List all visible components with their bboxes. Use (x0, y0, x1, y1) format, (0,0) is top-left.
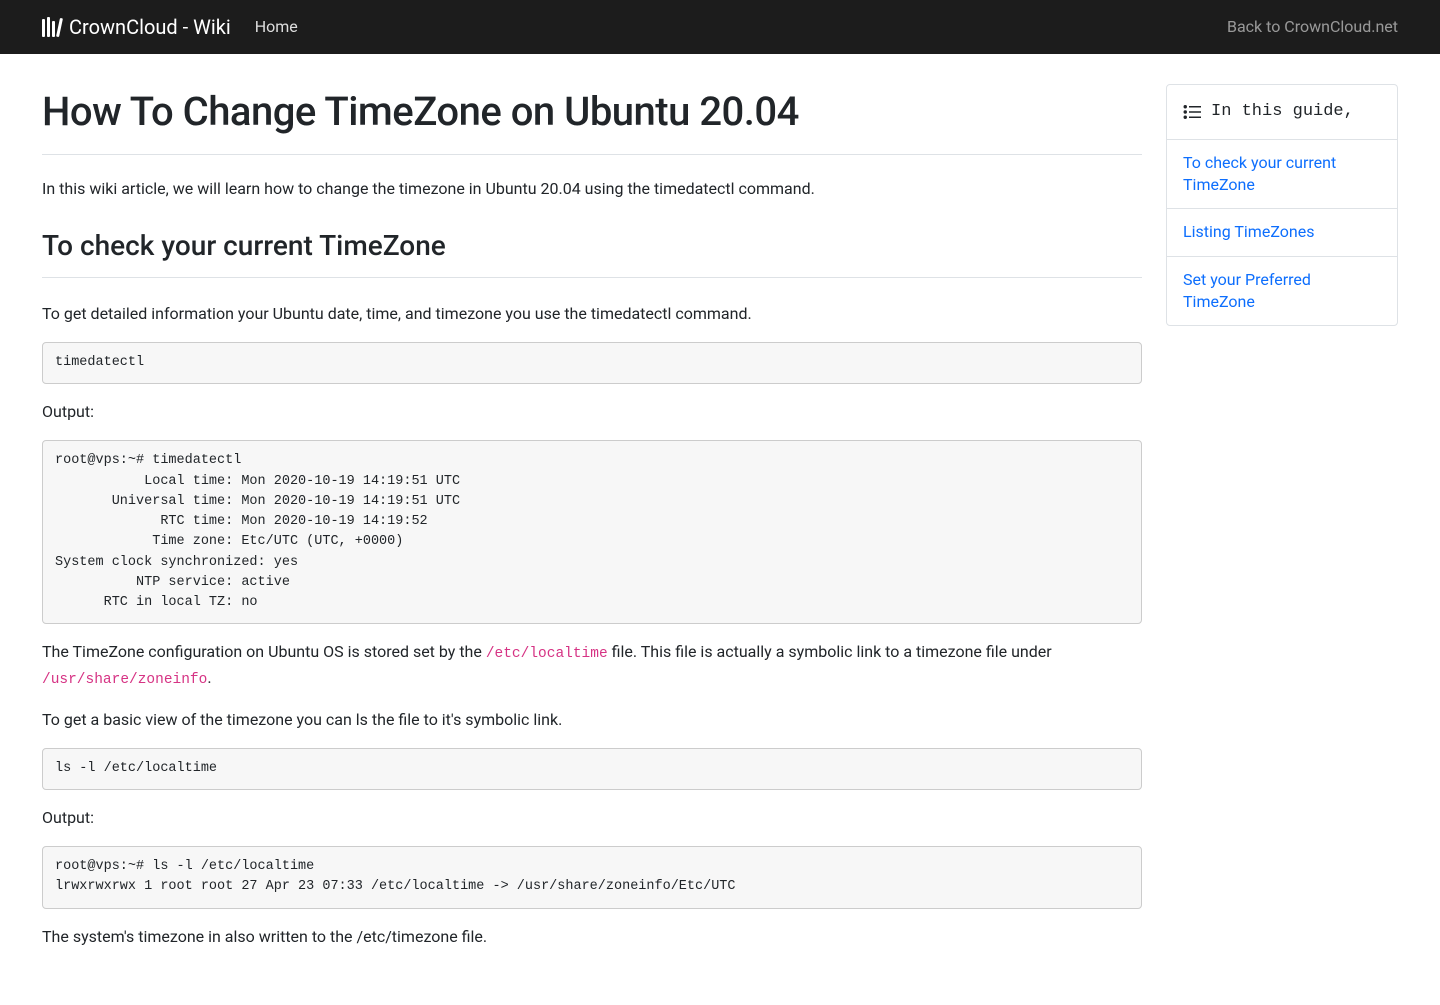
brand-link[interactable]: CrownCloud - Wiki (42, 12, 231, 42)
inline-code: /etc/localtime (486, 646, 608, 662)
page-container: How To Change TimeZone on Ubuntu 20.04 I… (0, 54, 1440, 1005)
toc-title: In this guide, (1211, 99, 1354, 125)
navbar: CrownCloud - Wiki Home Back to CrownClou… (0, 0, 1440, 54)
text: . (207, 668, 211, 687)
section-heading-check: To check your current TimeZone (42, 225, 1142, 267)
intro-paragraph: In this wiki article, we will learn how … (42, 177, 1142, 201)
toc-item-listing-timezones[interactable]: Listing TimeZones (1167, 209, 1397, 256)
navbar-left: CrownCloud - Wiki Home (42, 12, 298, 42)
code-block: ls -l /etc/localtime (42, 748, 1142, 790)
output-label: Output: (42, 400, 1142, 424)
paragraph: The TimeZone configuration on Ubuntu OS … (42, 640, 1142, 692)
title-divider (42, 154, 1142, 155)
toc-sidebar: In this guide, To check your current Tim… (1166, 84, 1398, 326)
nav-back-link[interactable]: Back to CrownCloud.net (1227, 15, 1398, 39)
page-title: How To Change TimeZone on Ubuntu 20.04 (42, 82, 1142, 142)
text: The TimeZone configuration on Ubuntu OS … (42, 642, 486, 661)
books-icon (42, 17, 61, 37)
article-main: How To Change TimeZone on Ubuntu 20.04 I… (42, 74, 1142, 965)
output-label: Output: (42, 806, 1142, 830)
code-block: root@vps:~# timedatectl Local time: Mon … (42, 440, 1142, 624)
list-icon (1183, 104, 1201, 120)
code-block: root@vps:~# ls -l /etc/localtime lrwxrwx… (42, 846, 1142, 909)
toc-item-set-preferred[interactable]: Set your Preferred TimeZone (1167, 257, 1397, 326)
paragraph: To get detailed information your Ubuntu … (42, 302, 1142, 326)
paragraph: To get a basic view of the timezone you … (42, 708, 1142, 732)
inline-code: /usr/share/zoneinfo (42, 672, 207, 688)
nav-home[interactable]: Home (255, 15, 298, 39)
code-block: timedatectl (42, 342, 1142, 384)
text: file. This file is actually a symbolic l… (608, 642, 1052, 661)
paragraph: The system's timezone in also written to… (42, 925, 1142, 949)
toc-header: In this guide, (1167, 85, 1397, 140)
toc-item-check-timezone[interactable]: To check your current TimeZone (1167, 140, 1397, 210)
brand-text: CrownCloud - Wiki (69, 12, 231, 42)
section-divider (42, 277, 1142, 278)
